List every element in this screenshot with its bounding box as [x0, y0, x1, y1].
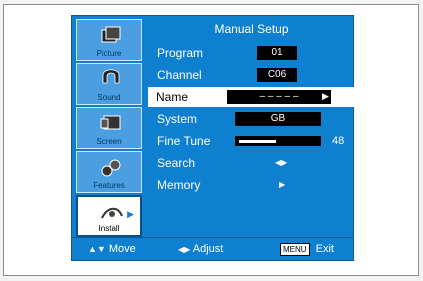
- channel-value: C06: [257, 68, 297, 82]
- setting-row-channel[interactable]: Channel C06: [149, 65, 352, 85]
- sidebar-item-label: Picture: [96, 49, 122, 58]
- fine-tune-fill: [239, 140, 276, 143]
- screen-icon: [100, 115, 121, 130]
- setting-row-memory[interactable]: Memory ▶: [149, 175, 352, 195]
- move-hint: ▲▼ Move: [88, 243, 136, 255]
- sidebar-item-features[interactable]: Features: [76, 151, 142, 193]
- left-right-arrows-icon: ◀▶: [178, 245, 191, 254]
- up-down-arrows-icon: ▲▼: [88, 244, 106, 254]
- fine-tune-slider[interactable]: [235, 136, 321, 146]
- move-label: Move: [108, 243, 136, 255]
- help-bar: ▲▼ Move ◀▶ Adjust MENU Exit: [71, 237, 354, 261]
- chevron-right-icon: ▶: [127, 209, 134, 219]
- left-right-arrows-icon: ◀▶: [275, 158, 288, 167]
- setting-label: Fine Tune: [157, 134, 211, 148]
- sound-icon: [102, 69, 120, 84]
- adjust-hint: ◀▶ Adjust: [178, 243, 223, 255]
- exit-hint: MENU Exit: [280, 243, 334, 256]
- setting-label: System: [157, 112, 198, 126]
- right-arrow-icon[interactable]: ▶: [322, 91, 329, 102]
- sidebar: Picture Sound Screen Features ▶ Install: [73, 15, 146, 240]
- setting-row-program[interactable]: Program 01: [149, 43, 352, 63]
- fine-tune-value: 48: [332, 135, 345, 147]
- picture-icon: [101, 26, 121, 43]
- adjust-label: Adjust: [192, 243, 224, 255]
- name-value[interactable]: – – – – –: [227, 90, 331, 104]
- setting-label: Name: [156, 90, 189, 104]
- sidebar-item-label: Features: [93, 181, 125, 190]
- sidebar-item-screen[interactable]: Screen: [76, 107, 142, 149]
- sidebar-item-label: Screen: [96, 137, 122, 146]
- setting-row-system[interactable]: System GB: [149, 109, 352, 129]
- setting-row-search[interactable]: Search ◀▶: [149, 153, 352, 173]
- sidebar-item-install[interactable]: ▶ Install: [76, 195, 142, 237]
- install-icon: [101, 207, 123, 219]
- sidebar-item-label: Sound: [97, 93, 121, 102]
- setting-row-name[interactable]: Name ◀ – – – – – ▶: [148, 87, 354, 107]
- page-title: Manual Setup: [214, 22, 289, 36]
- settings-panel: Manual Setup Program 01 Channel C06 Name…: [148, 15, 354, 240]
- setting-row-fine-tune[interactable]: Fine Tune 48: [149, 131, 352, 151]
- sidebar-item-sound[interactable]: Sound: [76, 63, 142, 105]
- features-icon: [101, 159, 121, 177]
- setting-label: Search: [157, 156, 196, 170]
- exit-label: Exit: [315, 243, 334, 255]
- program-value: 01: [257, 46, 297, 60]
- chevron-right-icon: ▶: [279, 180, 286, 189]
- sidebar-item-picture[interactable]: Picture: [76, 19, 142, 61]
- sidebar-item-label: Install: [98, 224, 120, 233]
- setting-label: Program: [157, 46, 204, 60]
- menu-key-icon: MENU: [280, 243, 310, 256]
- system-value: GB: [235, 112, 321, 126]
- setting-label: Memory: [157, 178, 201, 192]
- setting-label: Channel: [157, 68, 202, 82]
